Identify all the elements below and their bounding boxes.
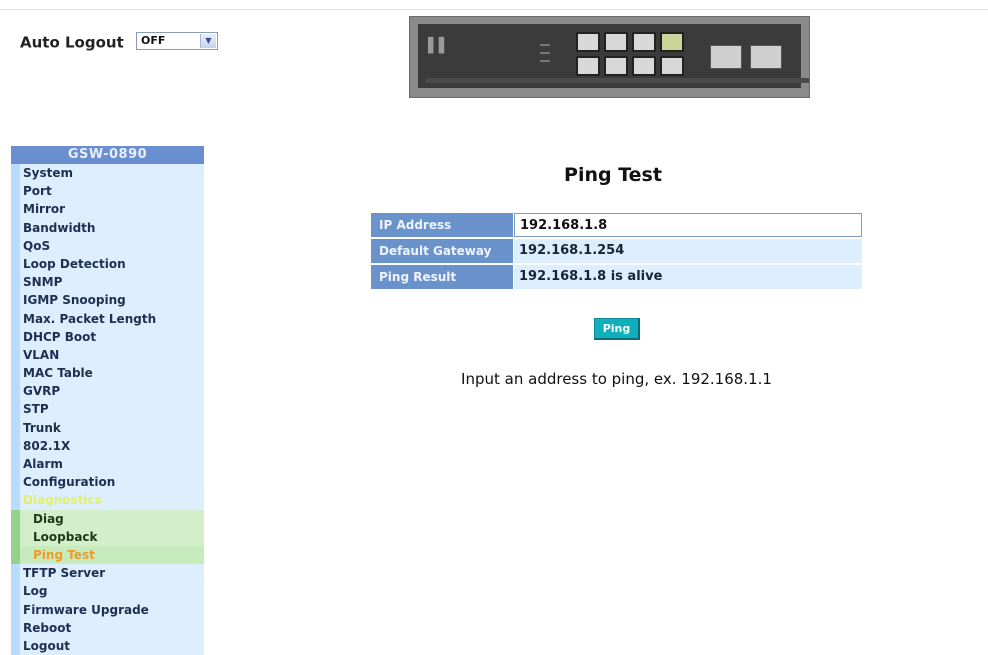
- sidebar-item-reboot[interactable]: Reboot: [11, 618, 204, 637]
- ping-hint-text: Input an address to ping, ex. 192.168.1.…: [461, 370, 772, 388]
- brand-logo-icon: ▌▌: [428, 38, 450, 54]
- sidebar-item-loop-detection[interactable]: Loop Detection: [11, 254, 204, 274]
- sidebar-subitem-diag[interactable]: Diag: [11, 509, 204, 528]
- auto-logout-label: Auto Logout: [20, 33, 124, 52]
- sidebar-item-configuration[interactable]: Configuration: [11, 473, 204, 492]
- default-gateway-value: 192.168.1.254: [514, 239, 862, 263]
- sidebar-item-log[interactable]: Log: [11, 582, 204, 601]
- sidebar-subitem-loopback[interactable]: Loopback: [11, 527, 204, 546]
- sidebar-item-trunk[interactable]: Trunk: [11, 418, 204, 437]
- ip-address-label: IP Address: [371, 213, 513, 237]
- default-gateway-row: Default Gateway 192.168.1.254: [371, 239, 862, 263]
- sidebar-item-igmp-snooping[interactable]: IGMP Snooping: [11, 291, 204, 310]
- switch-front-panel-image: ▌▌: [409, 16, 810, 98]
- led-indicators: [540, 44, 550, 68]
- sidebar-item-vlan[interactable]: VLAN: [11, 345, 204, 365]
- ping-result-label: Ping Result: [371, 265, 513, 289]
- sidebar-item-firmware-upgrade[interactable]: Firmware Upgrade: [11, 600, 204, 619]
- ip-address-row: IP Address: [371, 213, 862, 237]
- sidebar-item-mac-table[interactable]: MAC Table: [11, 364, 204, 383]
- ping-result-row: Ping Result 192.168.1.8 is alive: [371, 265, 862, 289]
- sidebar-item-bandwidth[interactable]: Bandwidth: [11, 218, 204, 237]
- ping-button[interactable]: Ping: [594, 318, 640, 340]
- sidebar-item-alarm[interactable]: Alarm: [11, 455, 204, 474]
- sidebar-item-diagnostics[interactable]: Diagnostics: [11, 491, 204, 510]
- sidebar-item-stp[interactable]: STP: [11, 400, 204, 419]
- sidebar-item-snmp[interactable]: SNMP: [11, 273, 204, 292]
- sidebar-item-dhcp-boot[interactable]: DHCP Boot: [11, 327, 204, 346]
- sidebar-item-port[interactable]: Port: [11, 182, 204, 201]
- auto-logout-value: OFF: [141, 34, 166, 47]
- sidebar-item-tftp-server[interactable]: TFTP Server: [11, 564, 204, 583]
- sfp-slot: [750, 45, 782, 69]
- chevron-down-icon[interactable]: ▼: [200, 34, 216, 48]
- sidebar-item-qos[interactable]: QoS: [11, 236, 204, 255]
- device-body: ▌▌: [418, 24, 809, 88]
- sidebar-item-system[interactable]: System: [11, 164, 204, 183]
- sidebar-subitem-ping-test[interactable]: Ping Test: [11, 545, 204, 565]
- ping-result-value: 192.168.1.8 is alive: [514, 265, 862, 289]
- auto-logout: Auto Logout: [20, 33, 124, 52]
- auto-logout-select[interactable]: OFF ▼: [136, 32, 218, 50]
- page-title: Ping Test: [564, 164, 662, 186]
- ip-address-input[interactable]: [514, 213, 862, 237]
- sidebar-item-max-packet-length[interactable]: Max. Packet Length: [11, 309, 204, 328]
- top-divider: [0, 9, 988, 10]
- ethernet-ports: [576, 32, 686, 80]
- sidebar-item-logout[interactable]: Logout: [11, 636, 204, 655]
- sidebar-title: GSW-0890: [11, 146, 204, 164]
- sidebar-item-gvrp[interactable]: GVRP: [11, 382, 204, 401]
- sidebar-item-802-1x[interactable]: 802.1X: [11, 436, 204, 455]
- sidebar-item-mirror[interactable]: Mirror: [11, 200, 204, 219]
- ping-form: IP Address Default Gateway 192.168.1.254…: [371, 213, 862, 291]
- sidebar-nav: GSW-0890 System Port Mirror Bandwidth QoS Loo…: [11, 146, 204, 655]
- default-gateway-label: Default Gateway: [371, 239, 513, 263]
- sfp-slot: [710, 45, 742, 69]
